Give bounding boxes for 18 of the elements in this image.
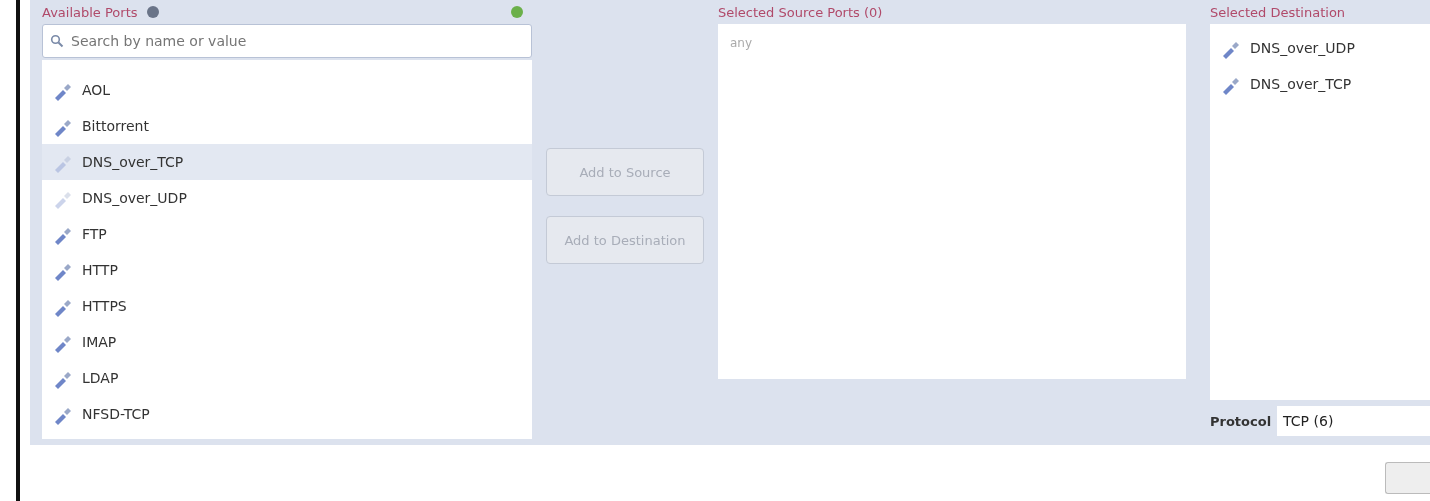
port-item[interactable]: LDAP xyxy=(42,360,532,396)
port-item[interactable]: HTTPS xyxy=(42,288,532,324)
protocol-label: Protocol xyxy=(1210,413,1272,429)
panel-heading: Selected Source Ports (0) xyxy=(718,4,883,20)
search-field[interactable]: Search by name or value xyxy=(42,24,532,58)
port-item[interactable]: Bittorrent xyxy=(42,108,532,144)
port-item[interactable]: DNS_over_TCP xyxy=(1210,66,1430,102)
placeholder-text: any xyxy=(730,36,753,50)
port-item[interactable]: HTTP xyxy=(42,252,532,288)
protocol-select[interactable]: TCP (6) xyxy=(1277,406,1430,436)
port-item[interactable]: AOL xyxy=(42,72,532,108)
port-item[interactable]: IMAP xyxy=(42,324,532,360)
port-item[interactable]: NFSD-TCP xyxy=(42,396,532,432)
panel-heading: Selected Destination xyxy=(1210,4,1346,20)
port-item[interactable]: DNS_over_UDP xyxy=(1210,30,1430,66)
status-icon xyxy=(510,5,524,19)
port-item[interactable]: FTP xyxy=(42,216,532,252)
panel-heading: Available Ports xyxy=(42,4,138,20)
